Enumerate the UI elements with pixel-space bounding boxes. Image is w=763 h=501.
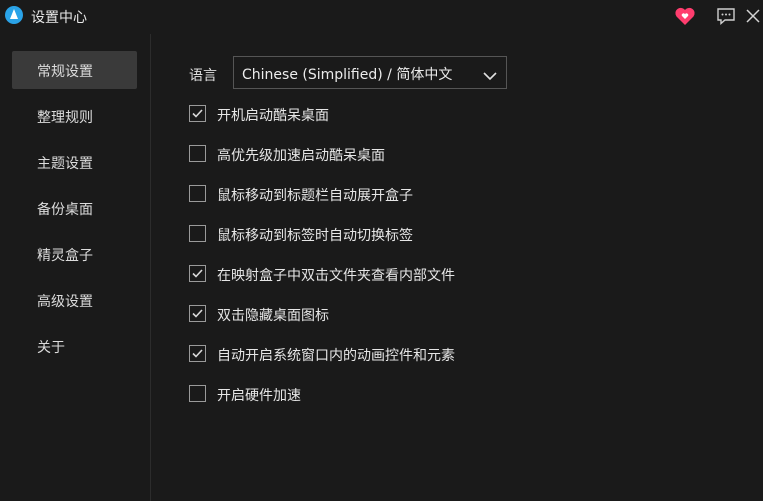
option-label: 双击隐藏桌面图标 xyxy=(217,308,329,324)
option-label: 鼠标移动到标签时自动切换标签 xyxy=(217,228,413,244)
option-hover-tab-switch[interactable]: 鼠标移动到标签时自动切换标签 xyxy=(189,224,609,246)
option-hover-titlebar-expand[interactable]: 鼠标移动到标题栏自动展开盒子 xyxy=(189,184,609,206)
option-hardware-acceleration[interactable]: 开启硬件加速 xyxy=(189,384,609,406)
app-logo-icon xyxy=(5,6,23,24)
sidebar-item-backup[interactable]: 备份桌面 xyxy=(12,189,137,227)
option-label: 鼠标移动到标题栏自动展开盒子 xyxy=(217,188,413,204)
option-label: 开机启动酷呆桌面 xyxy=(217,108,329,124)
title-bar[interactable]: 设置中心 xyxy=(0,0,763,34)
sidebar-item-label: 主题设置 xyxy=(37,156,93,172)
option-high-priority-launch[interactable]: 高优先级加速启动酷呆桌面 xyxy=(189,144,609,166)
option-label: 高优先级加速启动酷呆桌面 xyxy=(217,148,385,164)
checkbox[interactable] xyxy=(189,305,206,322)
sidebar-item-sprite-box[interactable]: 精灵盒子 xyxy=(12,235,137,273)
language-select-value: Chinese (Simplified) / 简体中文 xyxy=(242,67,453,83)
heart-icon[interactable] xyxy=(673,5,697,27)
sidebar-item-organize-rules[interactable]: 整理规则 xyxy=(12,97,137,135)
language-label: 语言 xyxy=(189,68,217,84)
checkbox[interactable] xyxy=(189,185,206,202)
option-label: 在映射盒子中双击文件夹查看内部文件 xyxy=(217,268,455,284)
general-settings-panel: 语言 Chinese (Simplified) / 简体中文 开机启动酷呆桌面 … xyxy=(151,34,763,501)
option-label: 开启硬件加速 xyxy=(217,388,301,404)
checkbox[interactable] xyxy=(189,345,206,362)
sidebar-item-general[interactable]: 常规设置 xyxy=(12,51,137,89)
checkbox[interactable] xyxy=(189,105,206,122)
checkbox[interactable] xyxy=(189,385,206,402)
language-select[interactable]: Chinese (Simplified) / 简体中文 xyxy=(233,56,507,89)
sidebar-item-label: 整理规则 xyxy=(37,110,93,126)
feedback-icon[interactable] xyxy=(714,5,738,27)
option-enable-animations[interactable]: 自动开启系统窗口内的动画控件和元素 xyxy=(189,344,609,366)
checkbox[interactable] xyxy=(189,225,206,242)
sidebar-item-label: 高级设置 xyxy=(37,294,93,310)
checkbox[interactable] xyxy=(189,145,206,162)
sidebar-item-label: 备份桌面 xyxy=(37,202,93,218)
sidebar-item-advanced[interactable]: 高级设置 xyxy=(12,281,137,319)
sidebar-item-label: 常规设置 xyxy=(37,64,93,80)
window-title: 设置中心 xyxy=(31,10,87,26)
chevron-down-icon xyxy=(482,67,498,86)
close-icon[interactable] xyxy=(744,5,763,27)
sidebar-item-label: 精灵盒子 xyxy=(37,248,93,264)
sidebar-item-about[interactable]: 关于 xyxy=(12,327,137,365)
option-launch-at-startup[interactable]: 开机启动酷呆桌面 xyxy=(189,104,609,126)
settings-window: 设置中心 常规设置 整理规则 主题设置 备份桌面 精灵盒子 高级设置 关于 语言… xyxy=(0,0,763,501)
option-double-click-open-folder[interactable]: 在映射盒子中双击文件夹查看内部文件 xyxy=(189,264,609,286)
settings-sidebar: 常规设置 整理规则 主题设置 备份桌面 精灵盒子 高级设置 关于 xyxy=(0,34,151,501)
sidebar-item-label: 关于 xyxy=(37,340,65,356)
checkbox[interactable] xyxy=(189,265,206,282)
option-double-click-hide-icons[interactable]: 双击隐藏桌面图标 xyxy=(189,304,609,326)
sidebar-item-theme[interactable]: 主题设置 xyxy=(12,143,137,181)
option-label: 自动开启系统窗口内的动画控件和元素 xyxy=(217,348,455,364)
